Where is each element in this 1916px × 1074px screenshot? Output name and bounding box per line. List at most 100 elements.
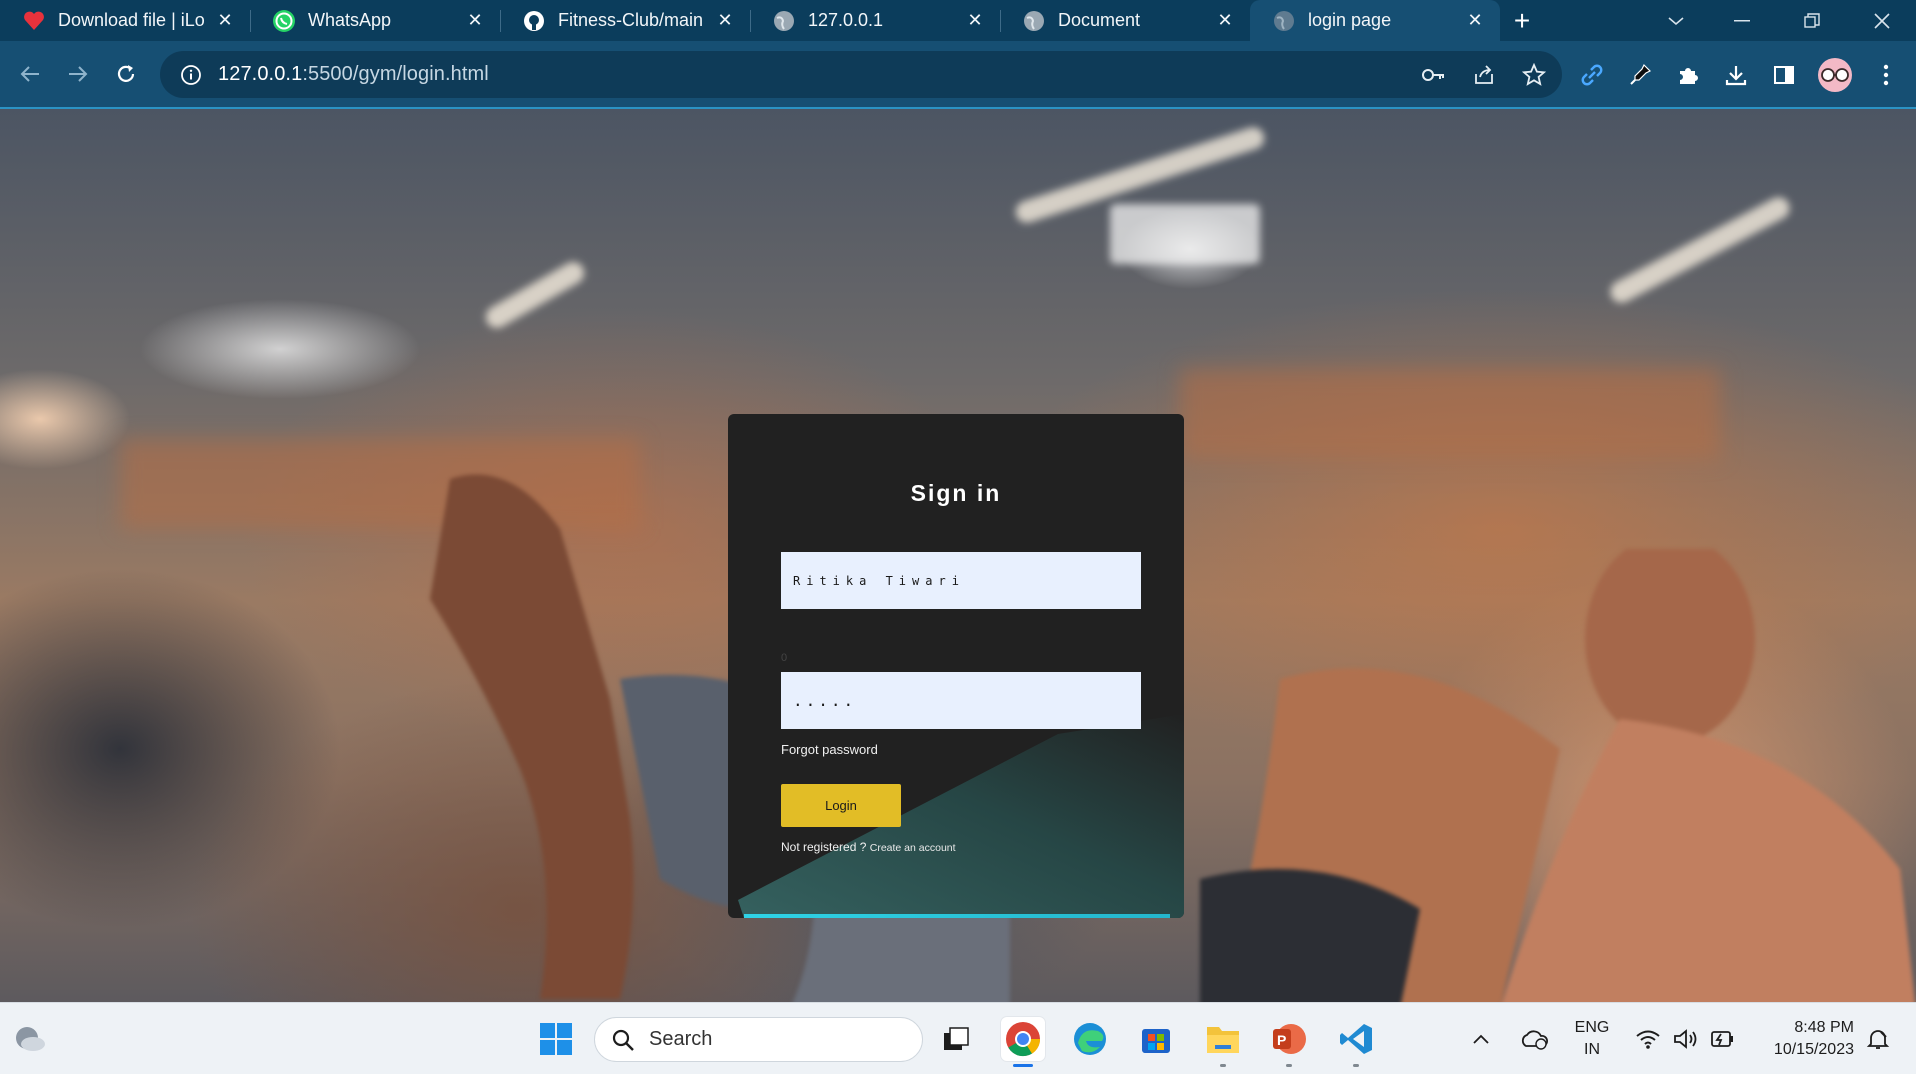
windows-logo-icon — [540, 1023, 572, 1055]
heart-icon — [22, 9, 46, 33]
language-code: ENG — [1574, 1019, 1610, 1036]
tab-title: login page — [1308, 10, 1392, 30]
ceiling-light — [1110, 204, 1260, 264]
ceiling-light — [481, 257, 589, 333]
password-mask: ..... — [793, 691, 857, 710]
windows-taskbar: Search P ENG IN 8:48 PM 10/15/2023 — [0, 1002, 1916, 1074]
link-icon[interactable] — [1578, 61, 1606, 89]
active-indicator — [1013, 1064, 1033, 1067]
explorer-taskbar-button[interactable] — [1201, 1017, 1245, 1067]
battery-icon[interactable] — [1702, 1017, 1742, 1061]
system-clock[interactable]: 8:48 PM 10/15/2023 — [1754, 1017, 1854, 1061]
close-icon[interactable]: ✕ — [464, 10, 486, 32]
clock-time: 8:48 PM — [1794, 1019, 1854, 1036]
glasses-icon — [1821, 67, 1849, 82]
clock-date: 10/15/2023 — [1773, 1041, 1854, 1058]
download-icon[interactable] — [1722, 61, 1750, 89]
restore-icon[interactable] — [1782, 0, 1842, 41]
vscode-taskbar-button[interactable] — [1334, 1017, 1378, 1067]
side-panel-icon[interactable] — [1770, 61, 1798, 89]
start-button[interactable] — [534, 1017, 578, 1061]
globe-icon — [1272, 9, 1296, 33]
language-indicator[interactable]: ENG IN — [1572, 1017, 1612, 1061]
tab-whatsapp[interactable]: WhatsApp ✕ — [250, 0, 500, 41]
tab-search-chevron-icon[interactable] — [1646, 0, 1706, 41]
close-icon[interactable]: ✕ — [1214, 10, 1236, 32]
powerpoint-taskbar-button[interactable]: P — [1267, 1017, 1311, 1067]
new-tab-button[interactable]: + — [1500, 0, 1544, 41]
globe-icon — [1022, 9, 1046, 33]
eyedropper-icon[interactable] — [1626, 61, 1654, 89]
weather-widget[interactable] — [8, 1017, 52, 1061]
vscode-icon — [1340, 1024, 1372, 1054]
chrome-taskbar-button[interactable] — [1001, 1017, 1045, 1067]
tab-title: 127.0.0.1 — [808, 10, 884, 30]
username-value: Ritika Tiwari — [793, 573, 965, 588]
url-path: :5500/gym/login.html — [302, 63, 489, 85]
key-icon[interactable] — [1420, 61, 1448, 89]
running-indicator — [1353, 1064, 1359, 1067]
extensions-puzzle-icon[interactable] — [1674, 61, 1702, 89]
tab-title: Download file | iLo — [58, 10, 205, 30]
tray-overflow-chevron-icon[interactable] — [1466, 1017, 1496, 1061]
profile-avatar[interactable] — [1818, 57, 1852, 92]
forgot-password-link[interactable]: Forgot password — [781, 742, 878, 757]
close-icon[interactable]: ✕ — [1464, 10, 1486, 32]
url-host: 127.0.0.1 — [218, 63, 303, 85]
minimize-icon[interactable] — [1712, 0, 1772, 41]
tab-document[interactable]: Document ✕ — [1000, 0, 1250, 41]
task-view-button[interactable] — [934, 1017, 978, 1061]
info-icon[interactable] — [178, 62, 204, 88]
star-icon[interactable] — [1520, 61, 1548, 89]
address-bar[interactable]: 127.0.0.1:5500/gym/login.html — [160, 51, 1562, 98]
close-icon[interactable]: ✕ — [964, 10, 986, 32]
edge-icon — [1074, 1023, 1106, 1055]
close-icon[interactable]: ✕ — [214, 10, 236, 32]
globe-icon — [772, 9, 796, 33]
url-text[interactable]: 127.0.0.1:5500/gym/login.html — [218, 63, 489, 86]
edge-taskbar-button[interactable] — [1068, 1017, 1112, 1061]
whatsapp-icon — [272, 9, 296, 33]
search-icon — [611, 1028, 635, 1052]
kebab-menu-icon[interactable] — [1872, 61, 1900, 89]
wifi-icon[interactable] — [1628, 1017, 1668, 1061]
page-title: Sign in — [910, 480, 1002, 506]
taskbar-search[interactable]: Search — [594, 1017, 923, 1062]
back-button[interactable] — [6, 50, 54, 98]
onedrive-sync-icon[interactable] — [1514, 1017, 1554, 1061]
tab-login-page[interactable]: login page ✕ — [1250, 0, 1500, 41]
login-card: Sign in Ritika Tiwari 0 ..... Forgot pas… — [728, 414, 1184, 918]
powerpoint-icon: P — [1273, 1024, 1306, 1054]
create-account-link[interactable]: Create an account — [870, 842, 956, 854]
notification-bell-icon[interactable] — [1860, 1017, 1896, 1061]
github-icon — [522, 9, 546, 33]
store-taskbar-button[interactable] — [1134, 1017, 1178, 1061]
tab-download-file[interactable]: Download file | iLo ✕ — [0, 0, 250, 41]
password-input[interactable]: ..... — [781, 672, 1141, 729]
close-icon[interactable]: ✕ — [714, 10, 736, 32]
reload-button[interactable] — [102, 50, 150, 98]
arrow-left-icon — [20, 66, 39, 82]
share-icon[interactable] — [1470, 61, 1498, 89]
man-doing-pushup — [1200, 549, 1916, 1002]
tab-title: WhatsApp — [308, 10, 392, 30]
arrow-right-icon — [69, 66, 88, 82]
volume-icon[interactable] — [1666, 1017, 1706, 1061]
forward-button[interactable] — [54, 50, 102, 98]
folder-icon — [1207, 1027, 1239, 1053]
login-button[interactable]: Login — [781, 784, 901, 827]
region-code: IN — [1584, 1041, 1600, 1058]
tab-title: Fitness-Club/main — [558, 10, 704, 30]
running-indicator — [1220, 1064, 1226, 1067]
gym-background-photo: Sign in Ritika Tiwari 0 ..... Forgot pas… — [0, 109, 1916, 1002]
tab-localhost[interactable]: 127.0.0.1 ✕ — [750, 0, 1000, 41]
tab-title: Document — [1058, 10, 1141, 30]
reload-icon — [117, 65, 135, 82]
close-window-icon[interactable] — [1852, 0, 1912, 41]
not-registered-text: Not registered ? — [781, 840, 867, 854]
username-input[interactable]: Ritika Tiwari — [781, 552, 1141, 609]
chrome-icon — [1006, 1022, 1041, 1057]
card-accent-line — [744, 914, 1170, 918]
stray-label: 0 — [781, 652, 788, 664]
tab-github[interactable]: Fitness-Club/main ✕ — [500, 0, 750, 41]
